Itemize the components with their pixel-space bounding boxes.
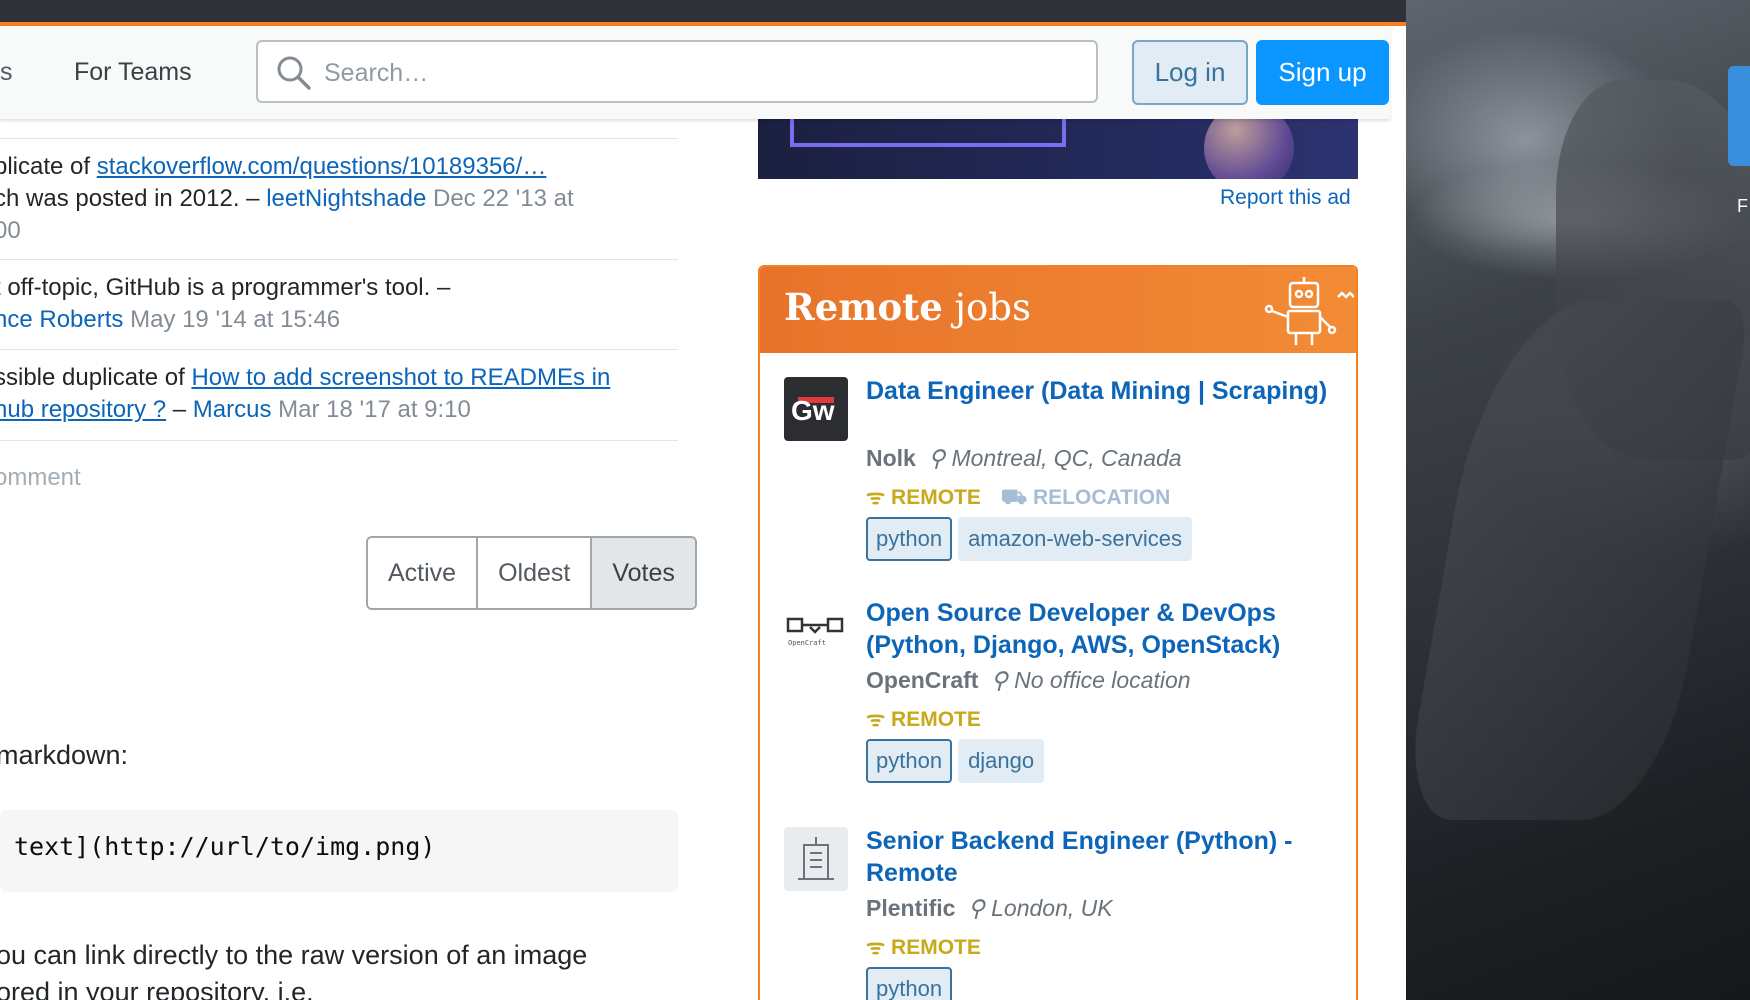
sort-tab-oldest[interactable]: Oldest bbox=[478, 538, 593, 608]
job-tags: python bbox=[866, 967, 953, 1000]
wifi-icon: ᯤ bbox=[866, 936, 886, 959]
comment-date[interactable]: May 19 '14 at 15:46 bbox=[130, 306, 340, 333]
comment: t off-topic, GitHub is a programmer's to… bbox=[0, 272, 664, 336]
jobs-header: Remote jobs bbox=[760, 267, 1356, 353]
truck-icon: ⛟ bbox=[1000, 486, 1028, 509]
add-comment-link[interactable]: omment bbox=[0, 464, 81, 492]
company-name: OpenCraft bbox=[866, 667, 979, 693]
search-input[interactable] bbox=[322, 52, 1066, 94]
comment-text: t off-topic, GitHub is a programmer's to… bbox=[0, 274, 451, 301]
location-pin-icon: ⚲ bbox=[967, 895, 985, 921]
site-header: s For Teams Log in Sign up bbox=[0, 26, 1390, 119]
tag[interactable]: python bbox=[866, 739, 953, 783]
jobs-title-rest: jobs bbox=[942, 286, 1031, 329]
desktop-folder-icon[interactable] bbox=[1728, 66, 1750, 166]
logo-text: Gw bbox=[791, 395, 835, 426]
remote-badge: REMOTE bbox=[891, 486, 981, 509]
company-logo: OpenCraft bbox=[784, 605, 848, 669]
job-company: Plentific ⚲ London, UK bbox=[866, 895, 1113, 922]
tag[interactable]: django bbox=[958, 739, 1045, 783]
question-content: plicate of stackoverflow.com/questions/1… bbox=[0, 0, 697, 1000]
job-company: OpenCraft ⚲ No office location bbox=[866, 667, 1191, 694]
nav-for-teams[interactable]: For Teams bbox=[74, 58, 192, 87]
location-text: No office location bbox=[1014, 667, 1191, 693]
wifi-icon: ᯤ bbox=[866, 708, 886, 731]
comment-user[interactable]: Marcus bbox=[193, 396, 272, 423]
sign-up-button[interactable]: Sign up bbox=[1256, 40, 1389, 105]
code-text: text](http://url/to/img.png) bbox=[14, 832, 436, 861]
job-location: ⚲ No office location bbox=[991, 667, 1191, 693]
tag[interactable]: python bbox=[866, 967, 953, 1000]
comment-link[interactable]: stackoverflow.com/questions/10189356/… bbox=[97, 153, 547, 180]
sort-tab-active[interactable]: Active bbox=[368, 538, 479, 608]
comment-date[interactable]: Mar 18 '17 at 9:10 bbox=[278, 396, 471, 423]
divider bbox=[0, 440, 678, 441]
company-name: Plentific bbox=[866, 895, 956, 921]
opencraft-logo-icon: OpenCraft bbox=[786, 617, 844, 647]
location-pin-icon: ⚲ bbox=[928, 445, 946, 471]
comment-date: 00 bbox=[0, 217, 21, 244]
search-icon bbox=[277, 56, 311, 90]
relocation-text: RELOCATION bbox=[1032, 486, 1171, 509]
comment: plicate of stackoverflow.com/questions/1… bbox=[0, 151, 664, 247]
job-badges: ᯤ REMOTE bbox=[866, 705, 981, 733]
building-icon bbox=[798, 837, 834, 880]
code-block: text](http://url/to/img.png) bbox=[0, 810, 678, 892]
job-badges: ᯤ REMOTE ⛟ RELOCATION bbox=[866, 483, 1170, 512]
jobs-title: Remote jobs bbox=[784, 285, 1031, 329]
relocation-badge: ⛟ RELOCATION bbox=[1001, 486, 1171, 509]
job-location: ⚲ Montreal, QC, Canada bbox=[928, 445, 1181, 471]
comment-text: ch was posted in 2012. – bbox=[0, 185, 267, 212]
job-location: ⚲ London, UK bbox=[968, 895, 1113, 921]
divider bbox=[0, 138, 678, 139]
answer-text: markdown: bbox=[0, 740, 129, 770]
remote-jobs-panel: Remote jobs Gw Data Engineer (Data Minin… bbox=[758, 265, 1358, 1000]
location-text: Montreal, QC, Canada bbox=[951, 445, 1182, 471]
robot-icon bbox=[1264, 277, 1354, 345]
remote-badge: REMOTE bbox=[891, 936, 981, 959]
divider bbox=[0, 259, 678, 260]
company-logo bbox=[784, 827, 848, 891]
answer-sort-tabs: Active Oldest Votes bbox=[366, 536, 697, 610]
divider bbox=[0, 349, 678, 350]
log-in-button[interactable]: Log in bbox=[1132, 40, 1248, 105]
company-logo: Gw bbox=[784, 377, 848, 441]
nav-item-partial[interactable]: s bbox=[0, 58, 13, 87]
desktop-background: F bbox=[1406, 0, 1750, 1000]
job-title-link[interactable]: Open Source Developer & DevOps (Python, … bbox=[866, 597, 1336, 661]
location-pin-icon: ⚲ bbox=[990, 667, 1008, 693]
answer-text: ou can link directly to the raw version … bbox=[0, 940, 588, 970]
remote-badge: REMOTE bbox=[891, 708, 981, 731]
desktop-folder-label: F bbox=[1737, 196, 1748, 216]
search-box bbox=[256, 40, 1098, 103]
location-text: London, UK bbox=[991, 895, 1113, 921]
comment-text: plicate of bbox=[0, 153, 97, 180]
comment-link[interactable]: hub repository ? bbox=[0, 396, 166, 423]
report-ad-link[interactable]: Report this ad bbox=[1220, 186, 1351, 210]
job-tags: python amazon-web-services bbox=[866, 517, 1193, 561]
browser-window: plicate of stackoverflow.com/questions/1… bbox=[0, 0, 1406, 1000]
wifi-icon: ᯤ bbox=[866, 486, 886, 509]
job-badges: ᯤ REMOTE bbox=[866, 933, 981, 961]
comment-user[interactable]: nce Roberts bbox=[0, 306, 123, 333]
tag[interactable]: python bbox=[866, 517, 953, 561]
job-company: Nolk ⚲ Montreal, QC, Canada bbox=[866, 445, 1182, 472]
comment: ssible duplicate of How to add screensho… bbox=[0, 362, 664, 426]
job-tags: python django bbox=[866, 739, 1045, 783]
comment-link[interactable]: How to add screenshot to READMEs in bbox=[191, 364, 610, 391]
logo-text: OpenCraft bbox=[788, 639, 826, 647]
company-name: Nolk bbox=[866, 445, 916, 471]
jobs-title-bold: Remote bbox=[784, 285, 943, 329]
job-title-link[interactable]: Senior Backend Engineer (Python) - Remot… bbox=[866, 825, 1336, 889]
answer-text: ored in your repository, i.e. bbox=[0, 977, 314, 1000]
desktop-rock bbox=[1406, 300, 1750, 820]
comment-user[interactable]: leetNightshade bbox=[266, 185, 426, 212]
sort-tab-votes[interactable]: Votes bbox=[592, 538, 695, 608]
comment-separator: – bbox=[166, 396, 193, 423]
job-title-link[interactable]: Data Engineer (Data Mining | Scraping) bbox=[866, 375, 1336, 407]
comment-text: ssible duplicate of bbox=[0, 364, 192, 391]
comment-date[interactable]: Dec 22 '13 at bbox=[433, 185, 574, 212]
tag[interactable]: amazon-web-services bbox=[958, 517, 1193, 561]
